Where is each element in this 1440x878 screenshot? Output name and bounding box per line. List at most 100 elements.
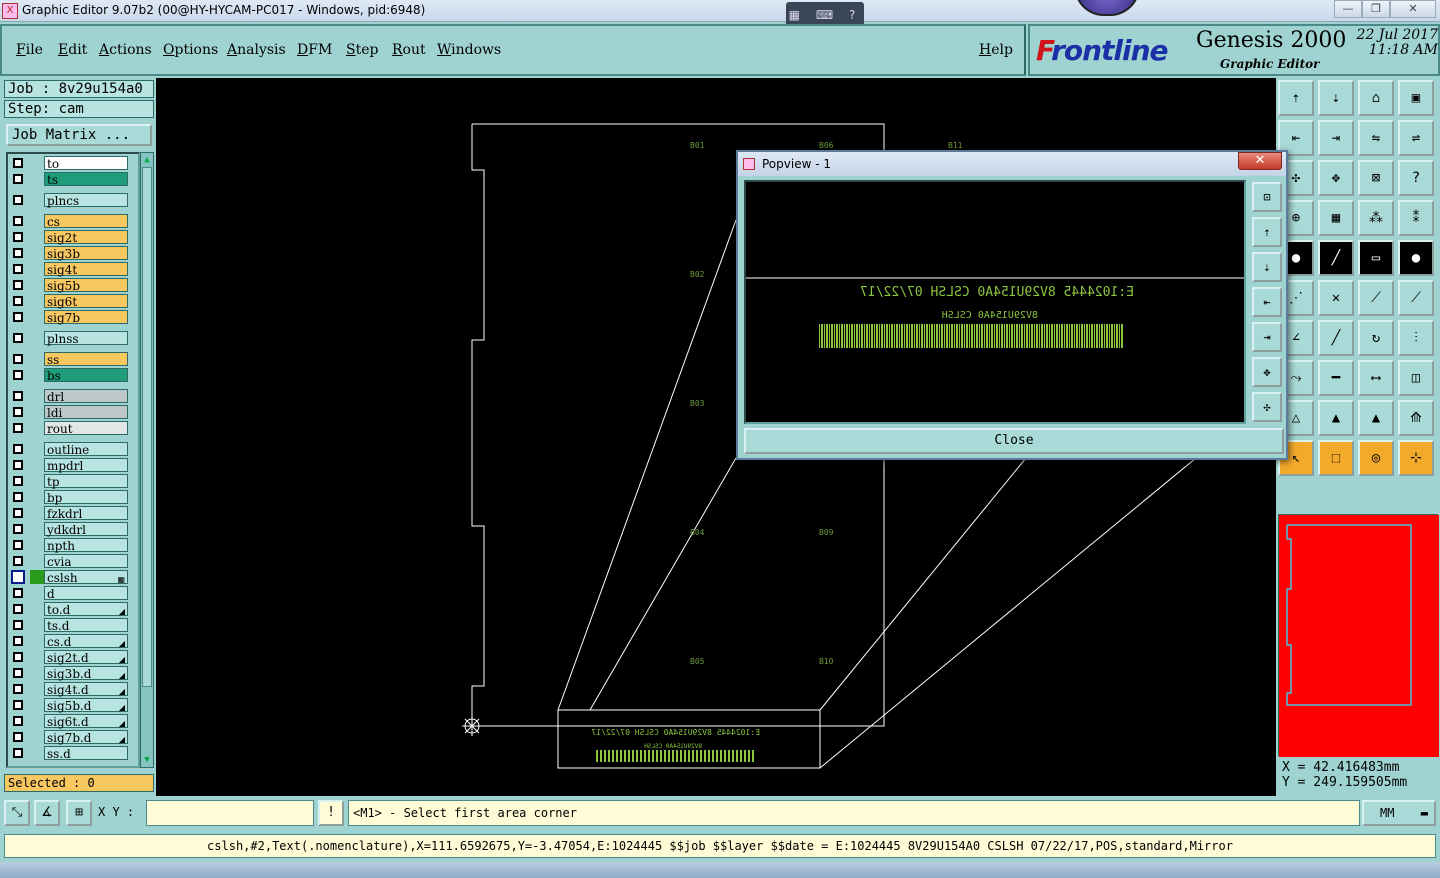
- menu-file[interactable]: File: [16, 42, 43, 58]
- layer-row-sig4t[interactable]: sig4t: [10, 262, 128, 277]
- popview-fit-icon[interactable]: ✥: [1252, 357, 1282, 387]
- tool-net-icon[interactable]: ⁂: [1358, 200, 1394, 236]
- layer-checkbox[interactable]: [13, 604, 23, 614]
- layer-row-sig3b-d[interactable]: sig3b.d ◢: [10, 666, 128, 681]
- layer-name[interactable]: sig2t: [44, 230, 128, 245]
- tool-net-red-icon[interactable]: ⁑: [1398, 200, 1434, 236]
- layer-name[interactable]: sig7b.d ◢: [44, 730, 128, 745]
- layer-checkbox[interactable]: [13, 620, 23, 630]
- layer-name[interactable]: sig7b: [44, 310, 128, 325]
- layer-row-mpdrl[interactable]: mpdrl: [10, 458, 128, 473]
- popview-canvas[interactable]: E:1024445 8V29U154A0 CSLSH 07/22/17 8V29…: [744, 180, 1246, 424]
- tool-line-icon[interactable]: ╱: [1318, 240, 1354, 276]
- layer-name[interactable]: sig5b: [44, 278, 128, 293]
- layer-row-sig6t[interactable]: sig6t: [10, 294, 128, 309]
- tool-hline-icon[interactable]: ━: [1318, 360, 1354, 396]
- layer-name[interactable]: sig2t.d ◢: [44, 650, 128, 665]
- layer-name[interactable]: sig4t.d ◢: [44, 682, 128, 697]
- layer-row-outline[interactable]: outline: [10, 442, 128, 457]
- layer-name[interactable]: fzkdrl: [44, 506, 128, 521]
- layer-name[interactable]: sig3b: [44, 246, 128, 261]
- popview-left-icon[interactable]: ⇤: [1252, 287, 1282, 317]
- layer-row-bs[interactable]: bs: [10, 368, 128, 383]
- layer-row-ts[interactable]: ts: [10, 172, 128, 187]
- layer-row-sig4t-d[interactable]: sig4t.d ◢: [10, 682, 128, 697]
- layer-row-sig7b-d[interactable]: sig7b.d ◢: [10, 730, 128, 745]
- tool-mirror-icon[interactable]: ⇋: [1358, 120, 1394, 156]
- layer-checkbox[interactable]: [13, 370, 23, 380]
- layer-list-scrollbar[interactable]: ▲ ▼: [140, 152, 154, 768]
- popview-down-icon[interactable]: ⇣: [1252, 252, 1282, 282]
- layer-row-drl[interactable]: drl: [10, 389, 128, 404]
- menu-options[interactable]: Options: [163, 42, 218, 58]
- grid-snap-icon[interactable]: ⊞: [66, 800, 92, 826]
- tool-arc-icon[interactable]: ↻: [1358, 320, 1394, 356]
- layer-checkbox[interactable]: [13, 312, 23, 322]
- layer-name[interactable]: to.d ◢: [44, 602, 128, 617]
- layer-row-sig7b[interactable]: sig7b: [10, 310, 128, 325]
- overview-minimap[interactable]: [1278, 514, 1439, 757]
- layer-row-plnss[interactable]: plnss: [10, 331, 128, 346]
- layer-checkbox[interactable]: [13, 588, 23, 598]
- layer-row-cvia[interactable]: cvia: [10, 554, 128, 569]
- layer-checkbox[interactable]: [13, 264, 23, 274]
- tool-select-circle-icon[interactable]: ◎: [1358, 440, 1394, 476]
- close-window-button[interactable]: ✕: [1390, 0, 1436, 18]
- layer-checkbox[interactable]: [13, 476, 23, 486]
- layer-checkbox[interactable]: [13, 248, 23, 258]
- layer-name[interactable]: bp: [44, 490, 128, 505]
- menu-actions[interactable]: Actions: [99, 42, 152, 58]
- layer-row-rout[interactable]: rout: [10, 421, 128, 436]
- layer-checkbox[interactable]: [13, 556, 23, 566]
- scroll-thumb[interactable]: [142, 167, 152, 687]
- tool-move-right-icon[interactable]: ⇥: [1318, 120, 1354, 156]
- layer-name[interactable]: plncs: [44, 193, 128, 208]
- layer-checkbox[interactable]: [13, 524, 23, 534]
- layer-checkbox[interactable]: [13, 668, 23, 678]
- layer-name[interactable]: cs.d ◢: [44, 634, 128, 649]
- tool-layer-down-icon[interactable]: ⇣: [1318, 80, 1354, 116]
- layer-name[interactable]: ts: [44, 172, 128, 187]
- minimize-button[interactable]: —: [1334, 0, 1362, 18]
- layer-checkbox[interactable]: [13, 636, 23, 646]
- maximize-button[interactable]: ❐: [1362, 0, 1390, 18]
- layer-name[interactable]: ldi: [44, 405, 128, 420]
- angle-snap-icon[interactable]: ∡: [34, 800, 60, 826]
- layer-row-to[interactable]: to: [10, 156, 128, 171]
- layer-row-cslsh[interactable]: cslsh ▦: [10, 570, 128, 585]
- tool-select-net-icon[interactable]: ⊹: [1398, 440, 1434, 476]
- popview-pan-icon[interactable]: ✣: [1252, 392, 1282, 422]
- layer-name[interactable]: to: [44, 156, 128, 171]
- layer-checkbox[interactable]: [13, 174, 23, 184]
- tool-dimension-icon[interactable]: ⟷: [1358, 360, 1394, 396]
- alert-icon[interactable]: !: [318, 800, 344, 826]
- layer-name[interactable]: cslsh ▦: [44, 570, 128, 585]
- layer-name[interactable]: sig6t.d ◢: [44, 714, 128, 729]
- layer-row-cs-d[interactable]: cs.d ◢: [10, 634, 128, 649]
- tool-fit-icon[interactable]: ✥: [1318, 160, 1354, 196]
- popview-right-icon[interactable]: ⇥: [1252, 322, 1282, 352]
- layer-checkbox[interactable]: [13, 748, 23, 758]
- layer-checkbox[interactable]: [13, 684, 23, 694]
- layer-row-fzkdrl[interactable]: fzkdrl: [10, 506, 128, 521]
- menu-windows[interactable]: Windows: [437, 42, 501, 58]
- layer-checkbox[interactable]: [13, 296, 23, 306]
- layer-checkbox[interactable]: [11, 570, 25, 584]
- popview-close-button[interactable]: Close: [744, 428, 1284, 454]
- menu-help[interactable]: Help: [979, 42, 1013, 58]
- job-matrix-button[interactable]: Job Matrix ...: [6, 124, 152, 146]
- scroll-up-icon[interactable]: ▲: [142, 154, 152, 166]
- tool-home-icon[interactable]: ⌂: [1358, 80, 1394, 116]
- layer-checkbox[interactable]: [13, 652, 23, 662]
- layer-name[interactable]: cvia: [44, 554, 128, 569]
- layer-checkbox[interactable]: [13, 158, 23, 168]
- layer-checkbox[interactable]: [13, 716, 23, 726]
- layer-row-cs[interactable]: cs: [10, 214, 128, 229]
- layer-checkbox[interactable]: [13, 280, 23, 290]
- layer-row-sig3b[interactable]: sig3b: [10, 246, 128, 261]
- layer-name[interactable]: mpdrl: [44, 458, 128, 473]
- layer-row-ts-d[interactable]: ts.d: [10, 618, 128, 633]
- layer-checkbox[interactable]: [13, 460, 23, 470]
- layer-row-ss[interactable]: ss: [10, 352, 128, 367]
- tool-dot-icon[interactable]: ●: [1398, 240, 1434, 276]
